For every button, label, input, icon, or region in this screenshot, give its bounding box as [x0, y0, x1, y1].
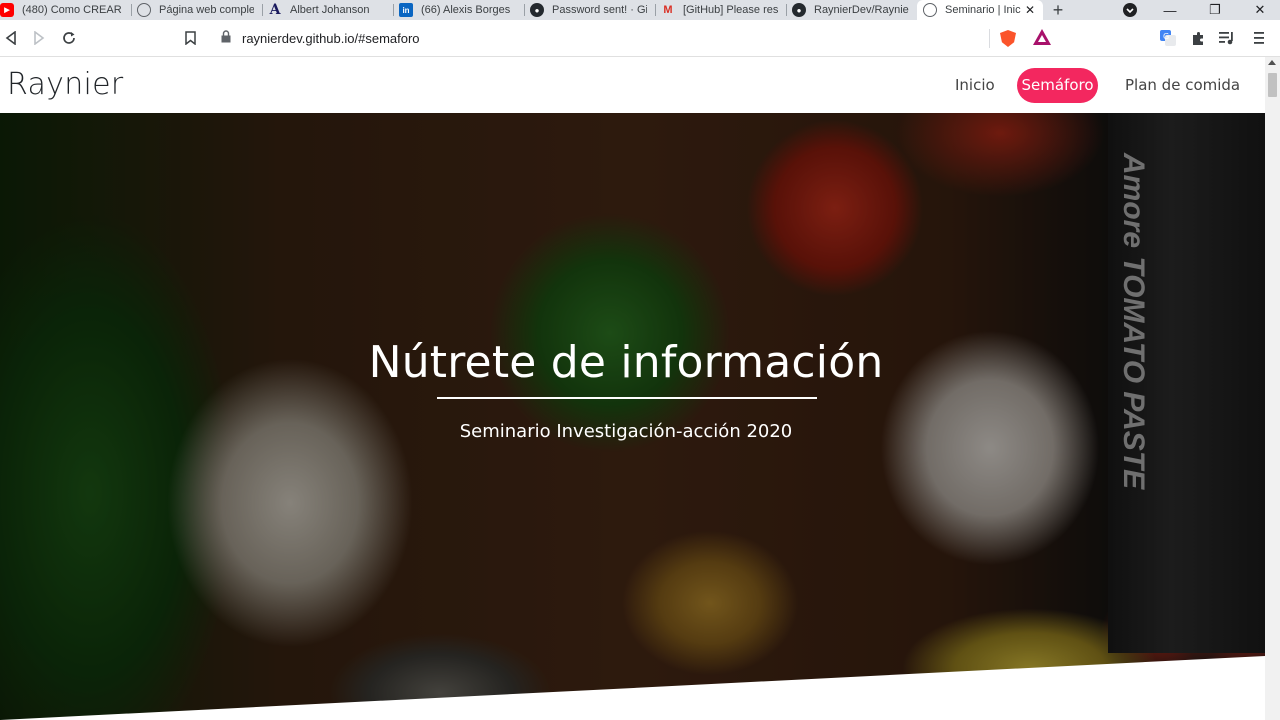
page-scrollbar[interactable]: [1265, 57, 1280, 720]
browser-tab-active[interactable]: Seminario | Inic ✕: [917, 0, 1043, 20]
web-page: Raynier Inicio Semáforo Plan de comida A…: [0, 57, 1265, 720]
forward-icon[interactable]: [30, 29, 48, 47]
a-logo-icon: A: [269, 2, 281, 18]
lock-icon: [221, 30, 231, 46]
scroll-thumb[interactable]: [1268, 73, 1277, 97]
browser-tab[interactable]: M [GitHub] Please res: [655, 0, 786, 20]
browser-toolbar: raynierdev.github.io/#semaforo G: [0, 20, 1280, 57]
nav-link-inicio[interactable]: Inicio: [948, 68, 1002, 103]
tab-title: (66) Alexis Borges: [421, 4, 511, 16]
tab-title: (480) Como CREAR: [22, 4, 122, 16]
tab-search-icon[interactable]: [1120, 0, 1140, 20]
url-text: raynierdev.github.io/#semaforo: [242, 31, 420, 46]
brave-shields-icon[interactable]: [1000, 30, 1016, 47]
globe-icon: [923, 3, 937, 17]
tab-title: Password sent! · Gi: [552, 4, 647, 16]
globe-icon: [137, 3, 151, 17]
youtube-icon: ▶: [0, 3, 14, 17]
new-tab-button[interactable]: +: [1043, 0, 1073, 20]
browser-tab[interactable]: ▶ (480) Como CREAR: [0, 0, 131, 20]
tab-title: Página web comple: [159, 4, 254, 16]
translate-icon[interactable]: G: [1159, 29, 1177, 47]
brave-rewards-icon[interactable]: [1033, 29, 1051, 45]
nav-link-semaforo[interactable]: Semáforo: [1017, 68, 1098, 103]
browser-tab[interactable]: Página web comple: [131, 0, 262, 20]
menu-icon[interactable]: [1250, 29, 1268, 47]
browser-tab[interactable]: A Albert Johanson: [262, 0, 393, 20]
back-icon[interactable]: [2, 29, 20, 47]
tab-title: Albert Johanson: [290, 4, 370, 16]
browser-tab[interactable]: in (66) Alexis Borges: [393, 0, 524, 20]
browser-tab[interactable]: ● RaynierDev/Raynie: [786, 0, 917, 20]
scroll-up-arrow-icon[interactable]: [1268, 60, 1276, 65]
browser-tab-strip: ▶ (480) Como CREAR Página web comple A A…: [0, 0, 1280, 20]
bookmark-icon[interactable]: [181, 29, 199, 47]
tab-title: RaynierDev/Raynie: [814, 4, 909, 16]
reload-icon[interactable]: [60, 29, 78, 47]
svg-text:G: G: [1163, 32, 1169, 41]
address-bar-divider: [989, 29, 990, 48]
browser-tab[interactable]: ● Password sent! · Gi: [524, 0, 655, 20]
github-icon: ●: [530, 3, 544, 17]
hero-title: Nútrete de información: [368, 337, 884, 388]
address-bar[interactable]: raynierdev.github.io/#semaforo: [211, 25, 1057, 52]
hero-divider: [437, 397, 817, 399]
restore-icon[interactable]: ❐: [1205, 0, 1225, 20]
tab-title: Seminario | Inic: [945, 4, 1021, 16]
hero-overlay: [0, 113, 1265, 720]
nav-link-plan-de-comida[interactable]: Plan de comida: [1118, 68, 1247, 103]
gmail-icon: M: [663, 4, 673, 16]
hero-subtitle: Seminario Investigación-acción 2020: [459, 421, 793, 442]
tab-title: [GitHub] Please res: [683, 4, 778, 16]
site-brand[interactable]: Raynier: [7, 67, 124, 102]
minimize-icon[interactable]: —: [1160, 0, 1180, 20]
close-window-icon[interactable]: ✕: [1250, 0, 1270, 20]
site-navbar: Raynier Inicio Semáforo Plan de comida: [0, 57, 1265, 113]
github-icon: ●: [792, 3, 806, 17]
extensions-icon[interactable]: [1189, 29, 1207, 47]
linkedin-icon: in: [399, 3, 413, 17]
close-tab-icon[interactable]: ✕: [1025, 3, 1035, 17]
hero-section: Amore TOMATO PASTE Nútrete de informació…: [0, 113, 1265, 720]
media-control-icon[interactable]: [1218, 29, 1236, 47]
